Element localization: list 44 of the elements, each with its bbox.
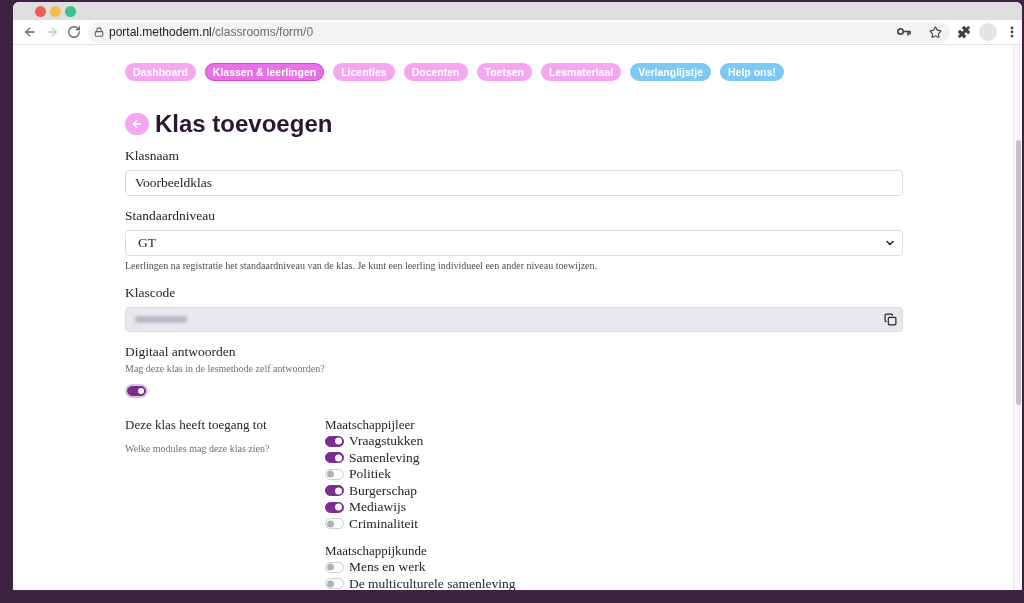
field-label: Digitaal antwoorden	[125, 344, 237, 360]
nav-tab[interactable]: Licenties	[333, 63, 395, 81]
group-title: Maatschappijleer	[325, 417, 416, 433]
module-label: Mens en werk	[349, 560, 426, 575]
key-icon[interactable]	[897, 27, 911, 37]
toggle-switch[interactable]	[125, 384, 148, 398]
help-text: Leerlingen na registratie het standaardniveau van de klas. Je kunt een leerling individueel een ander niveau toewijzen.	[125, 259, 599, 273]
help-text: Welke modules mag deze klas zien?	[125, 442, 271, 456]
page-title: Klas toevoegen	[155, 111, 333, 137]
nav-tab[interactable]: Dashboard	[125, 63, 196, 81]
module-label: Politiek	[349, 467, 391, 482]
nav-tab[interactable]: Lesmateriaal	[541, 63, 622, 81]
url-text: portal.methodem.nl/classrooms/form/0	[109, 25, 315, 39]
lock-icon	[94, 27, 104, 37]
nav-tab[interactable]: Help ons!	[720, 63, 784, 81]
blurred-code-placeholder	[135, 316, 187, 323]
arrow-left-icon	[131, 118, 143, 130]
module-label: Burgerschap	[349, 483, 417, 498]
puzzle-icon[interactable]	[957, 25, 971, 39]
toggle-switch[interactable]	[325, 435, 344, 447]
nav-tab[interactable]: Verlanglijstje	[630, 63, 711, 81]
module-label: Samenleving	[349, 450, 420, 465]
text-input[interactable]: Voorbeeldklas	[125, 170, 903, 196]
nav-tab[interactable]: Klassen & leerlingen	[204, 63, 325, 81]
module-label: Vraagstukken	[349, 434, 424, 449]
nav-tab[interactable]: Toetsen	[476, 63, 532, 81]
scrollbar-thumb[interactable]	[1015, 140, 1021, 405]
help-text: Mag deze klas in de lesmethode zelf antwoorden?	[125, 362, 326, 376]
star-icon[interactable]	[929, 25, 942, 39]
module-label: Criminaliteit	[349, 516, 418, 531]
section-title: Deze klas heeft toegang tot	[125, 417, 268, 433]
toggle-switch[interactable]	[325, 501, 344, 513]
field-label: Standaardniveau	[125, 208, 216, 224]
select-field[interactable]: GT	[125, 230, 903, 256]
address-bar[interactable]: portal.methodem.nl/classrooms/form/0	[88, 21, 950, 43]
field-label: Klasnaam	[125, 148, 180, 164]
module-label: Mediawijs	[349, 500, 406, 515]
toggle-switch[interactable]	[325, 485, 344, 497]
toggle-switch[interactable]	[325, 452, 344, 464]
reload-icon[interactable]	[67, 25, 81, 39]
module-label: De multiculturele samenleving	[349, 576, 516, 590]
group-title: Maatschappijkunde	[325, 543, 428, 559]
nav-tab[interactable]: Docenten	[403, 63, 468, 81]
field-label: Klascode	[125, 285, 177, 301]
